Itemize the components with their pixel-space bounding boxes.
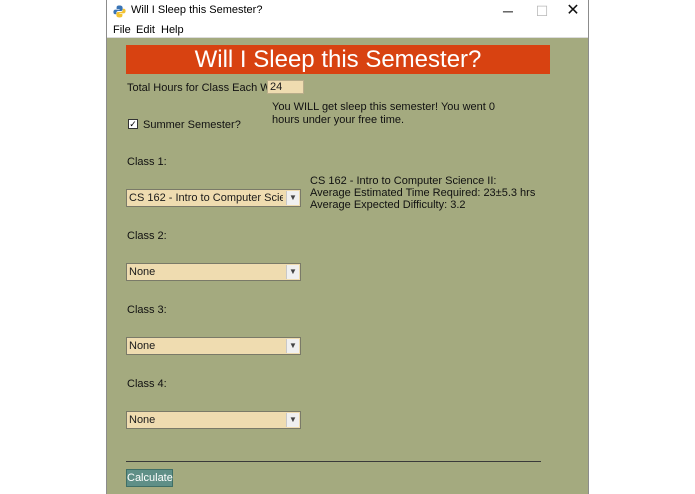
class-4-label: Class 4: <box>127 378 167 390</box>
chevron-down-icon[interactable]: ▼ <box>286 339 299 353</box>
class-info: CS 162 - Intro to Computer Science II: A… <box>310 175 535 211</box>
class-info-difficulty: Average Expected Difficulty: 3.2 <box>310 199 466 211</box>
class-4-select[interactable]: None ▼ <box>126 411 301 429</box>
class-3-value: None <box>129 340 156 352</box>
python-icon <box>113 5 126 18</box>
divider <box>126 461 541 462</box>
class-3-label: Class 3: <box>127 304 167 316</box>
chevron-down-icon[interactable]: ▼ <box>286 265 299 279</box>
class-1-label: Class 1: <box>127 156 167 168</box>
class-info-time: Average Estimated Time Required: 23±5.3 … <box>310 187 536 199</box>
maximize-button[interactable]: ☐ <box>525 0 559 22</box>
class-2-select[interactable]: None ▼ <box>126 263 301 281</box>
hours-input[interactable]: 24 <box>267 80 304 94</box>
summer-checkbox[interactable]: ✓ <box>128 119 138 129</box>
chevron-down-icon[interactable]: ▼ <box>286 191 299 205</box>
class-2-label: Class 2: <box>127 230 167 242</box>
window-title: Will I Sleep this Semester? <box>131 4 263 16</box>
menu-edit[interactable]: Edit <box>136 24 155 36</box>
class-2-value: None <box>129 266 156 278</box>
class-1-select[interactable]: CS 162 - Intro to Computer Science II ▼ <box>126 189 301 207</box>
result-message: You WILL get sleep this semester! You we… <box>272 101 495 126</box>
minimize-button[interactable]: ─ <box>491 0 525 22</box>
summer-label: Summer Semester? <box>143 119 241 131</box>
close-button[interactable]: ✕ <box>556 0 590 22</box>
menu-file[interactable]: File <box>113 24 131 36</box>
class-info-name: CS 162 - Intro to Computer Science II: <box>310 175 497 187</box>
class-4-value: None <box>129 414 156 426</box>
title-bar: Will I Sleep this Semester? ─ ☐ ✕ <box>107 0 588 22</box>
calculate-button[interactable]: Calculate <box>126 469 173 487</box>
page-title-banner: Will I Sleep this Semester? <box>126 45 550 74</box>
chevron-down-icon[interactable]: ▼ <box>286 413 299 427</box>
app-window: Will I Sleep this Semester? ─ ☐ ✕ File E… <box>106 0 589 494</box>
menu-help[interactable]: Help <box>161 24 184 36</box>
class-3-select[interactable]: None ▼ <box>126 337 301 355</box>
class-1-value: CS 162 - Intro to Computer Science II <box>129 192 283 204</box>
menu-bar: File Edit Help <box>107 22 588 38</box>
